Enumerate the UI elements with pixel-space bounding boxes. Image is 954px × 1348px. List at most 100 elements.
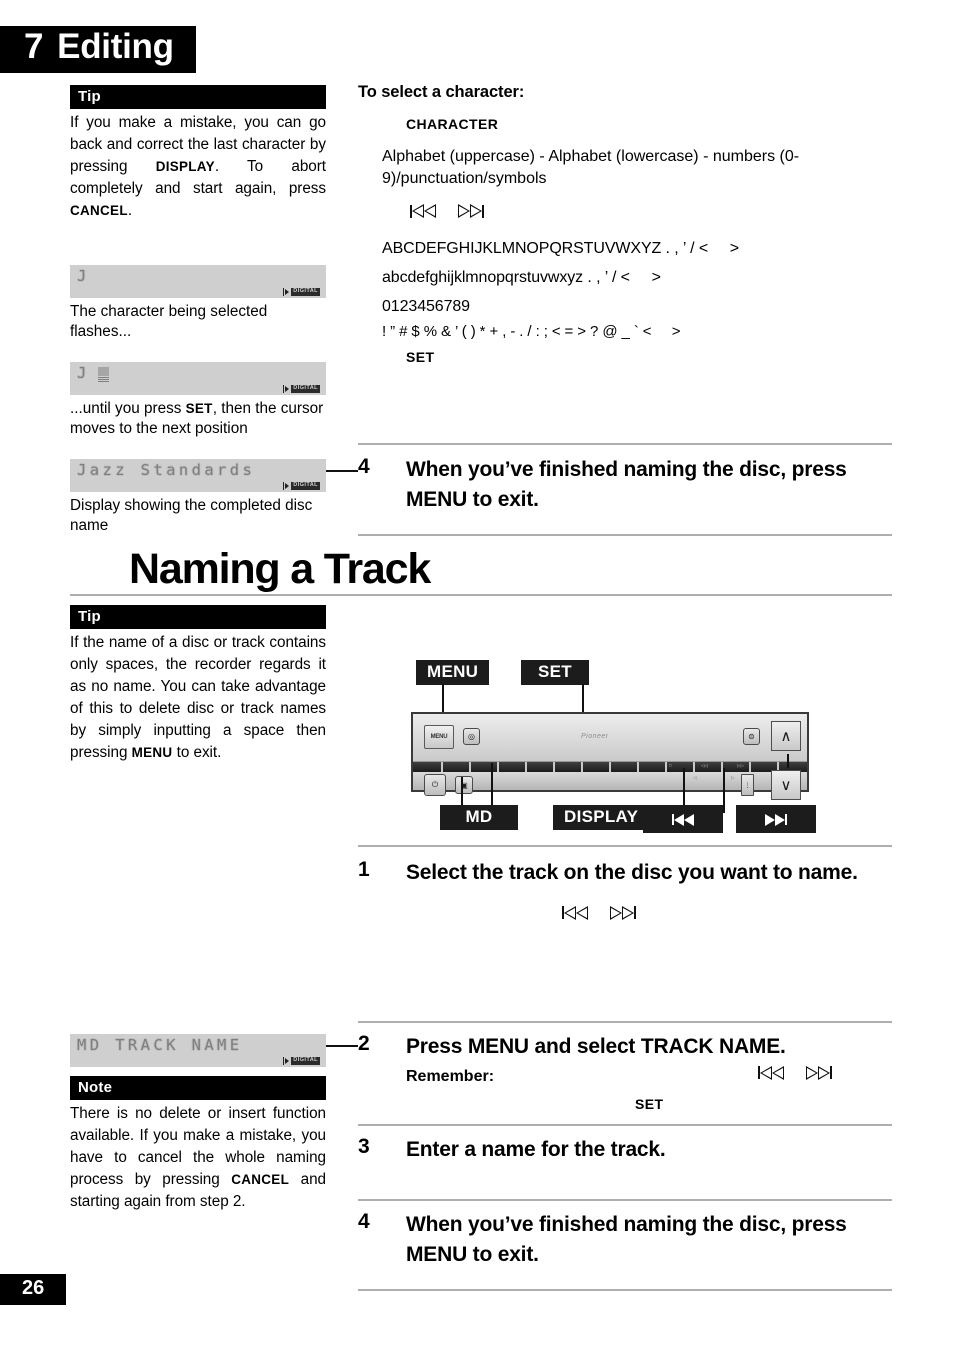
page-section-title: Naming a Track — [129, 545, 431, 593]
lcd-4-leader-line — [326, 1045, 358, 1047]
digital-indicator-label: DIGITAL — [291, 1057, 320, 1065]
skip-back-icon-filled — [672, 813, 694, 826]
tip-1-display-key: DISPLAY — [155, 158, 215, 174]
step-4: 4 When you’ve finished naming the disc, … — [358, 1210, 892, 1270]
lcd-cursor-block — [98, 367, 109, 382]
step-disc-4: 4 When you’ve finished naming the disc, … — [358, 455, 892, 515]
step-3: 3 Enter a name for the track. — [358, 1135, 892, 1165]
character-skip-icon-row — [410, 204, 892, 223]
lcd-2-text: J — [77, 364, 90, 382]
character-description: Alphabet (uppercase) - Alphabet (lowerca… — [382, 148, 800, 188]
device-front-panel: □ ◁◁ ▷▷ ◁ ▷ MENU ◎ Pioneer ⊜ ∧ ⏻ ▣ ⋮ ∨ — [411, 712, 809, 800]
leader-line-skip-fwd — [723, 768, 725, 813]
lcd-3-leader-line — [326, 470, 358, 472]
skip-back-icon — [562, 905, 588, 920]
step-number: 2 — [358, 1032, 370, 1055]
divider — [358, 1199, 892, 1201]
tip-box-1: Tip If you make a mistake, you can go ba… — [70, 85, 326, 222]
lcd-3-text: Jazz Standards — [77, 461, 256, 479]
panel-menu-button[interactable]: MENU — [424, 725, 454, 749]
tip-1-cancel-key: CANCEL — [70, 202, 128, 218]
panel-right-tick-lower — [787, 758, 789, 768]
note-heading: Note — [70, 1076, 326, 1101]
callout-skip-back — [643, 805, 723, 833]
skip-forward-icon-filled — [765, 813, 787, 826]
panel-dark-strip: □ ◁◁ ▷▷ — [413, 762, 807, 772]
tip-2-body: If the name of a disc or track contains … — [70, 632, 326, 763]
skip-forward-icon — [806, 1065, 832, 1080]
step-number: 3 — [358, 1135, 370, 1158]
digital-indicator-icon: DIGITAL — [282, 385, 320, 393]
micro-label-left-arrow: ◁ — [693, 775, 697, 780]
digital-indicator-icon: DIGITAL — [282, 288, 320, 296]
step-text: When you’ve finished naming the disc, pr… — [406, 458, 847, 511]
character-sub-label: CHARACTER — [406, 116, 499, 132]
chapter-header: 7 Editing — [0, 26, 196, 73]
lcd-2-caption-a: ...until you press — [70, 400, 186, 417]
section-title-underline — [70, 594, 892, 596]
divider — [358, 845, 892, 847]
skip-back-icon — [758, 1065, 784, 1080]
lcd-3-caption: Display showing the completed disc name — [70, 497, 313, 535]
tip-2-heading: Tip — [70, 605, 326, 630]
micro-label-skip-back: ◁◁ — [701, 763, 708, 768]
charset-set-label: SET — [406, 348, 435, 365]
step-number: 4 — [358, 1210, 370, 1233]
character-select-title: To select a character: — [358, 83, 525, 101]
tip-2-text-a: If the name of a disc or track contains … — [70, 634, 326, 761]
divider — [358, 1289, 892, 1291]
lcd-display-3: Jazz Standards DIGITAL Display showing t… — [70, 453, 326, 537]
tip-box-2: Tip If the name of a disc or track conta… — [70, 605, 326, 763]
charset-symbols: ! ” # $ % & ’ ( ) * + , - . / : ; < = > … — [382, 323, 681, 341]
tip-2-text-b: to exit. — [172, 743, 222, 761]
panel-down-button[interactable]: ∨ — [771, 770, 801, 800]
page-number: 26 — [0, 1274, 67, 1305]
step-2-skip-icon-row — [758, 1065, 832, 1085]
note-body: There is no delete or insert function av… — [70, 1103, 326, 1212]
micro-label-stop: □ — [669, 763, 672, 768]
divider — [358, 534, 892, 536]
step-1-skip-icon-row — [562, 905, 892, 925]
step-text: Enter a name for the track. — [406, 1138, 666, 1161]
micro-label-skip-fwd: ▷▷ — [737, 763, 744, 768]
step-text: Select the track on the disc you want to… — [406, 861, 858, 884]
panel-up-button[interactable]: ∧ — [771, 721, 801, 751]
charset-uppercase: ABCDEFGHIJKLMNOPQRSTUVWXYZ . , ’ / < > — [382, 239, 740, 257]
step-2-remember-label: Remember: — [406, 1067, 495, 1085]
device-diagram: MENU SET □ ◁◁ ▷▷ ◁ ▷ MENU ◎ Pioneer ⊜ ∧ … — [358, 655, 892, 833]
skip-forward-icon — [610, 905, 636, 920]
divider — [358, 1124, 892, 1126]
lcd-display-1: J DIGITAL The character being selected f… — [70, 259, 326, 343]
step-1: 1 Select the track on the disc you want … — [358, 858, 892, 924]
step-2: 2 Press MENU and select TRACK NAME. Reme… — [358, 1032, 892, 1116]
digital-indicator-icon: DIGITAL — [282, 482, 320, 490]
panel-disc-icon[interactable]: ◎ — [463, 728, 480, 745]
lcd-display-4: MD TRACK NAME DIGITAL — [70, 1028, 326, 1067]
panel-display-button[interactable]: ▣ — [455, 776, 473, 794]
step-text: Press MENU and select TRACK NAME. — [406, 1035, 786, 1058]
digital-indicator-label: DIGITAL — [291, 482, 320, 490]
skip-forward-icon — [458, 204, 484, 219]
tip-1-body: If you make a mistake, you can go back a… — [70, 112, 326, 221]
divider — [358, 1021, 892, 1023]
step-number: 1 — [358, 858, 370, 881]
panel-md-slot-icon[interactable]: ⋮ — [741, 774, 754, 796]
lcd-2-set-key: SET — [185, 401, 213, 416]
digital-indicator-label: DIGITAL — [291, 288, 320, 296]
tip-2-menu-key: MENU — [131, 744, 173, 760]
panel-power-button[interactable]: ⏻ — [424, 774, 446, 796]
tip-1-heading: Tip — [70, 85, 326, 110]
step-text: When you’ve finished naming the disc, pr… — [406, 1213, 847, 1266]
lcd-2-caption: ...until you press SET, then the cursor … — [70, 399, 326, 440]
lcd-display-2: J DIGITAL ...until you press SET, then t… — [70, 356, 326, 440]
digital-indicator-label: DIGITAL — [291, 385, 320, 393]
callout-display: DISPLAY — [553, 805, 650, 830]
brand-logo: Pioneer — [581, 733, 609, 740]
chapter-number: 7 — [24, 27, 44, 66]
charset-numbers: 0123456789 — [382, 298, 470, 316]
micro-label-right-arrow: ▷ — [731, 775, 735, 780]
note-cancel-key: CANCEL — [231, 1171, 290, 1187]
chapter-title: Editing — [57, 27, 174, 66]
lcd-1-caption: The character being selected flashes... — [70, 303, 268, 341]
panel-eject-icon[interactable]: ⊜ — [743, 728, 760, 745]
